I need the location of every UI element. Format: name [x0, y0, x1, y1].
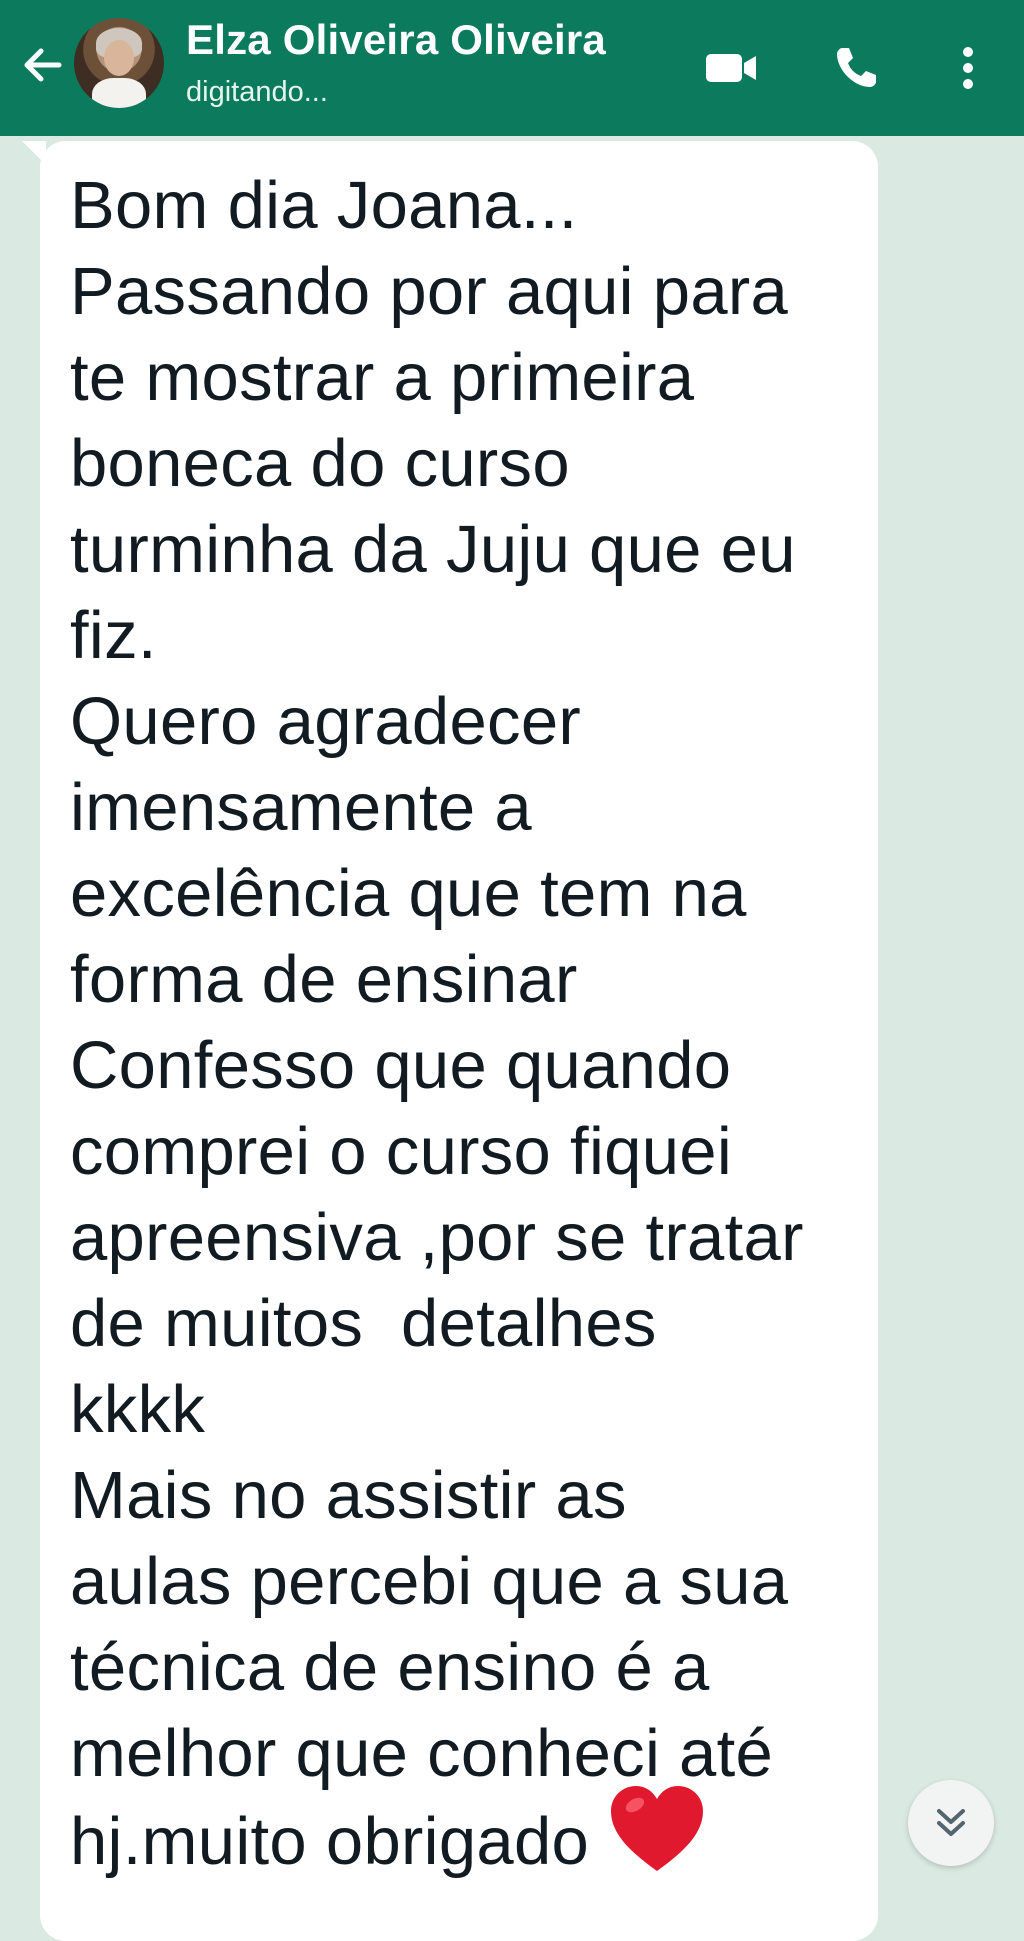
video-camera-icon — [706, 54, 756, 82]
contact-info[interactable]: Elza Oliveira Oliveira digitando... — [186, 14, 606, 112]
message-line: aulas percebi que a sua — [70, 1544, 789, 1619]
message-line: te mostrar a primeira — [70, 340, 695, 415]
more-vertical-icon — [963, 47, 973, 89]
scroll-to-bottom-button[interactable] — [908, 1780, 994, 1866]
message-line: excelência que tem na — [70, 856, 747, 931]
chat-area[interactable]: Bom dia Joana... Passando por aqui para … — [0, 136, 1024, 1941]
message-line: melhor que conheci até — [70, 1716, 774, 1791]
message-line: comprei o curso fiquei — [70, 1114, 733, 1189]
video-call-button[interactable] — [700, 36, 764, 100]
message-line: turminha da Juju que eu — [70, 512, 796, 587]
message-last-line: hj.muito obrigado — [70, 1786, 858, 1896]
message-line: kkkk — [70, 1372, 206, 1447]
phone-icon — [837, 48, 876, 87]
message-line: imensamente a — [70, 770, 532, 845]
avatar[interactable] — [74, 18, 164, 108]
message-line: apreensiva ,por se tratar — [70, 1200, 804, 1275]
message-line: Bom dia Joana... — [70, 168, 578, 243]
red-heart-emoji — [607, 1783, 707, 1896]
message-line-text: hj.muito obrigado — [70, 1804, 590, 1880]
message-line: fiz. — [70, 598, 157, 673]
message-line: técnica de ensino é a — [70, 1630, 710, 1705]
double-chevron-down-icon — [937, 1809, 965, 1836]
message-line: Passando por aqui para — [70, 254, 789, 329]
message-line: de muitos detalhes — [70, 1286, 657, 1361]
chat-header: Elza Oliveira Oliveira digitando... — [0, 0, 1024, 136]
message-line: Quero agradecer — [70, 684, 582, 759]
message-line: Mais no assistir as — [70, 1458, 627, 1533]
message-bubble[interactable]: Bom dia Joana... Passando por aqui para … — [40, 141, 878, 1941]
back-button[interactable] — [14, 36, 72, 94]
message-line: boneca do curso — [70, 426, 570, 501]
message-line: forma de ensinar — [70, 942, 578, 1017]
voice-call-button[interactable] — [824, 36, 888, 100]
menu-button[interactable] — [936, 36, 1000, 100]
arrow-left-icon — [24, 48, 62, 82]
contact-name: Elza Oliveira Oliveira — [186, 16, 606, 63]
typing-status: digitando... — [186, 76, 328, 108]
message-line: Confesso que quando — [70, 1028, 732, 1103]
